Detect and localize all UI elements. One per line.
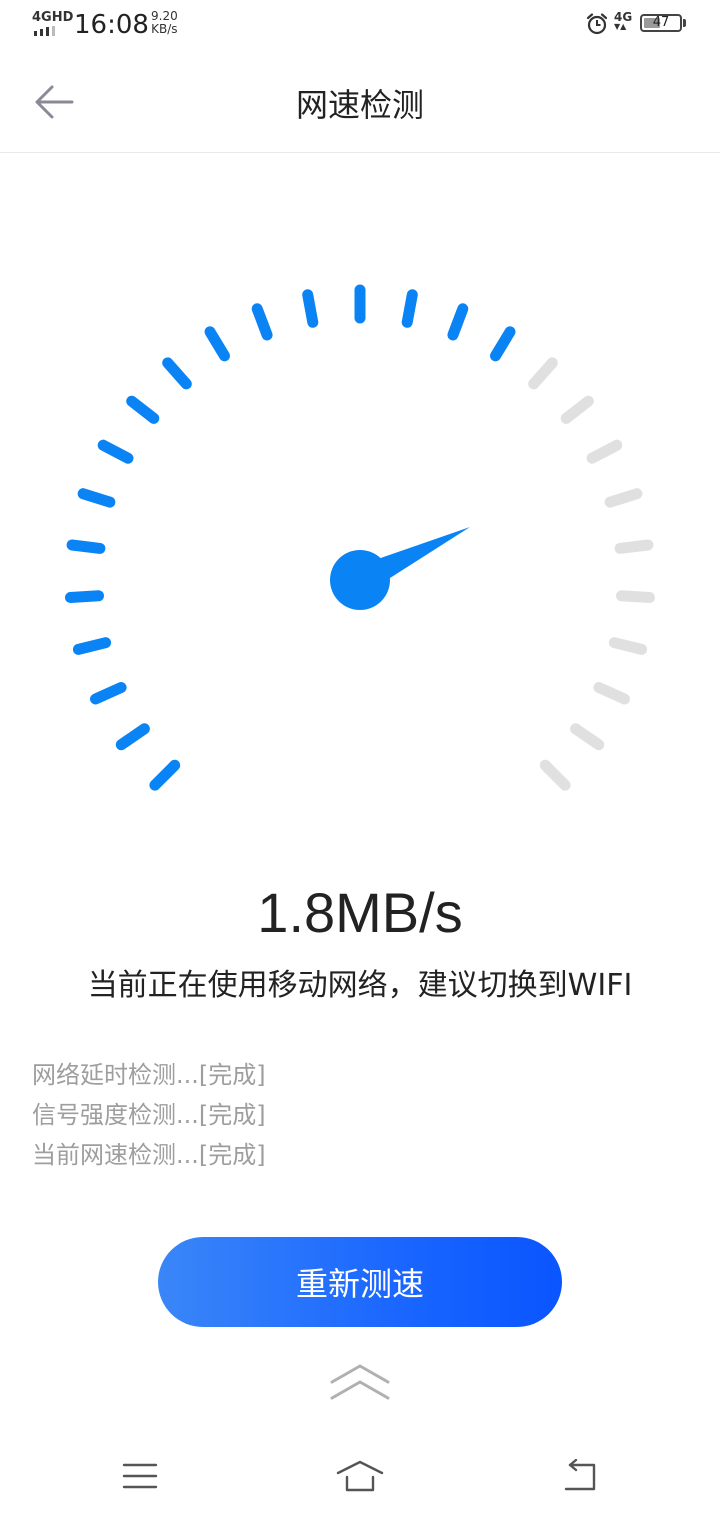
app-header: 网速检测 [0, 48, 720, 153]
gauge-tick [251, 303, 273, 341]
gauge-tick [72, 637, 112, 655]
retest-button-label: 重新测速 [295, 1265, 424, 1303]
signal-icon [34, 26, 55, 36]
gauge-tick [560, 395, 594, 424]
gauge-tick [90, 682, 127, 705]
gauge-tick [149, 759, 181, 791]
gauge-tick [77, 488, 116, 508]
double-chevron-up-icon[interactable] [328, 1360, 392, 1404]
status-bar: 4GHD 16:08 9.20 KB/s 4G ▼▲ 47 [0, 0, 720, 48]
system-nav-bar [0, 1440, 720, 1520]
mobile-data-indicator: 4G ▼▲ [614, 11, 632, 31]
network-speed: 9.20 KB/s [151, 10, 178, 36]
menu-button[interactable] [112, 1454, 168, 1498]
home-icon [336, 1460, 384, 1492]
home-button[interactable] [332, 1454, 388, 1498]
gauge-hub [330, 550, 390, 610]
gauge-tick [614, 539, 654, 554]
speed-gauge [65, 284, 655, 791]
gauge-tick [204, 326, 230, 362]
gauge-tick [115, 723, 150, 751]
battery-tip [683, 19, 686, 27]
gauge-tick [401, 289, 418, 328]
gauge-tick [528, 357, 558, 390]
gauge-tick [126, 395, 160, 424]
gauge-tick [447, 303, 469, 341]
gauge-tick [586, 439, 623, 464]
nav-back-button[interactable] [552, 1454, 608, 1498]
gauge-tick [302, 289, 319, 328]
gauge-tick [97, 439, 134, 464]
gauge-tick [65, 590, 104, 603]
clock: 16:08 [74, 10, 149, 40]
gauge-tick [162, 357, 192, 390]
network-advice: 当前正在使用移动网络，建议切换到WIFI [87, 968, 633, 1003]
page-title: 网速检测 [295, 86, 424, 124]
step-speed: 当前网速检测...[完成] [32, 1141, 266, 1169]
gauge-tick [66, 539, 106, 554]
back-icon [564, 1459, 596, 1491]
data-arrows-icon: ▼▲ [614, 22, 627, 31]
gauge-tick [616, 590, 655, 603]
battery-icon: 47 [640, 14, 682, 32]
gauge-tick [539, 759, 571, 791]
step-signal: 信号强度检测...[完成] [32, 1101, 266, 1129]
network-speed-unit: KB/s [151, 22, 178, 36]
alarm-icon [586, 13, 608, 35]
network-type: 4GHD [32, 10, 74, 25]
battery-level: 47 [652, 15, 670, 30]
gauge-tick [593, 682, 630, 705]
speed-value: 1.8MB/s [257, 881, 463, 944]
check-steps: 网络延时检测...[完成] 信号强度检测...[完成] 当前网速检测...[完成… [32, 1055, 266, 1175]
step-latency: 网络延时检测...[完成] [32, 1061, 266, 1089]
gauge-tick [604, 488, 643, 508]
gauge-tick [490, 326, 516, 362]
gauge-tick [570, 723, 605, 751]
retest-button[interactable]: 重新测速 [158, 1237, 562, 1327]
gauge-tick [608, 637, 648, 655]
menu-icon [122, 1463, 158, 1489]
